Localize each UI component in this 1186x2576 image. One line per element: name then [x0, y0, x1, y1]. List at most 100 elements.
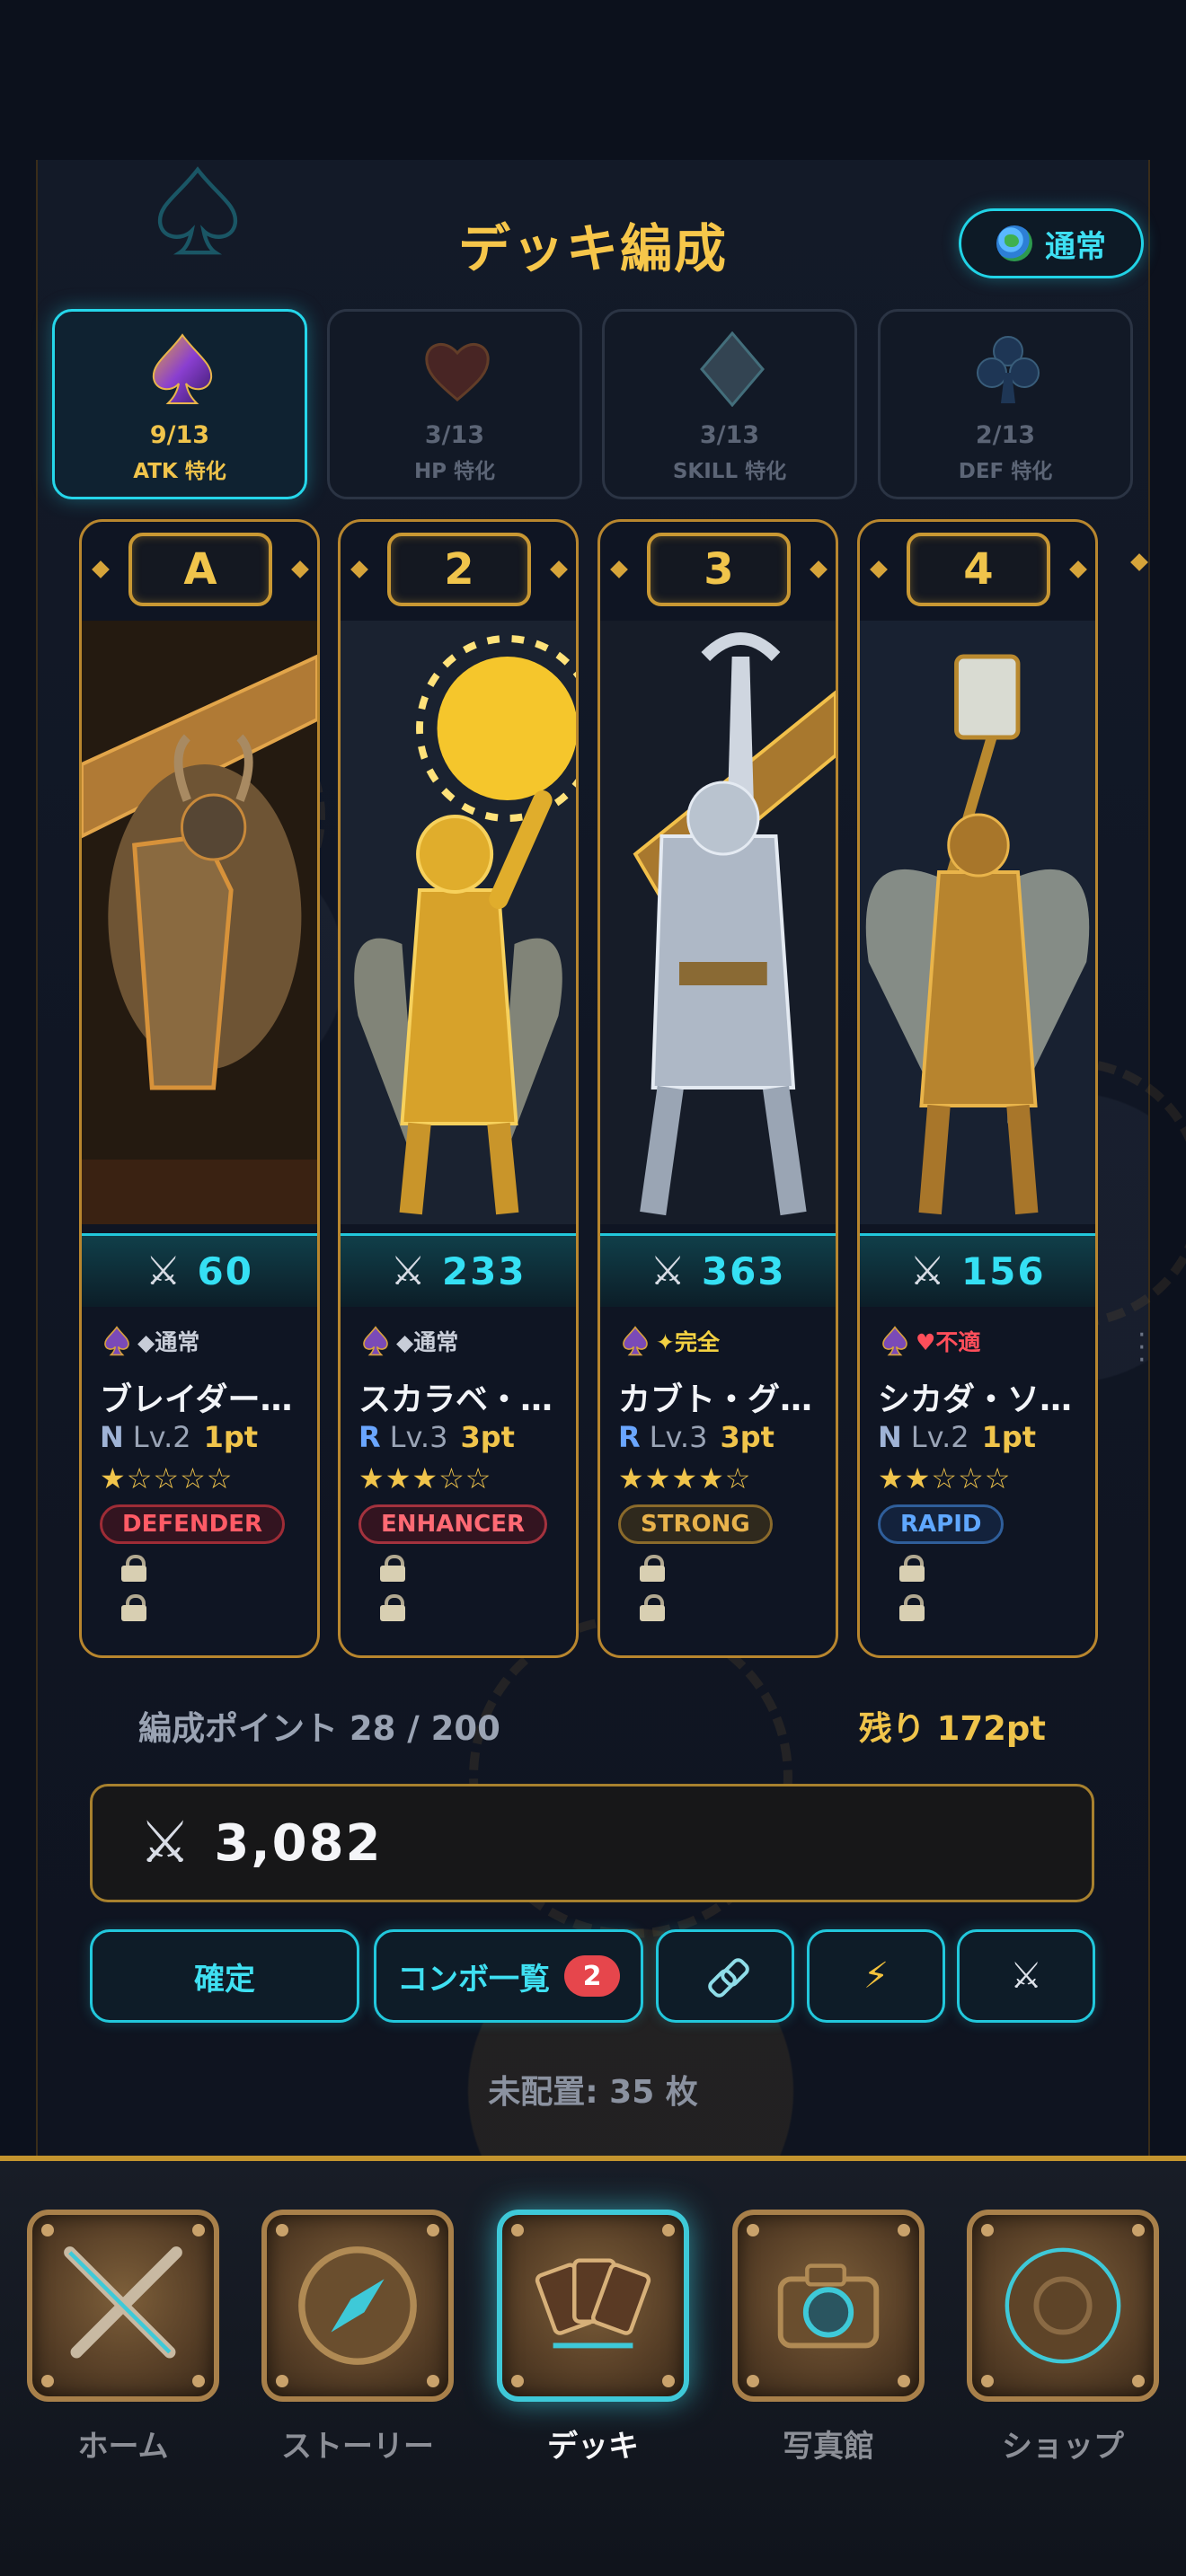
crossed-swords-icon: ⚔: [1010, 1955, 1042, 1997]
diamond-icon: [700, 331, 765, 407]
crossed-swords-icon: ⚔: [139, 1810, 191, 1876]
lightning-icon: ⚡: [863, 1955, 890, 1997]
auto-button[interactable]: ⚡: [807, 1929, 945, 2023]
card-art: [82, 621, 317, 1224]
tab-atk[interactable]: 9/13 ATK 特化: [52, 309, 307, 499]
link-button[interactable]: [656, 1929, 794, 2023]
shop-emblem-icon: [1005, 2247, 1121, 2364]
club-icon: [977, 336, 1040, 403]
nav-shop[interactable]: ショップ: [967, 2210, 1159, 2466]
nav-tile: [967, 2210, 1159, 2402]
card-art: [341, 621, 576, 1224]
power-value: 363: [701, 1249, 786, 1293]
spade-icon: [623, 1326, 648, 1356]
battle-button[interactable]: ⚔: [957, 1929, 1095, 2023]
card-name: シカダ・ソ…: [878, 1381, 1073, 1418]
nav-label: デッキ: [547, 2429, 639, 2465]
card-art: [860, 621, 1095, 1224]
tab-count: 9/13: [149, 421, 210, 449]
level: Lv.2: [132, 1420, 191, 1454]
tab-label: ATK 特化: [133, 460, 226, 483]
tab-count: 3/13: [699, 421, 760, 449]
lock-icon: [380, 1594, 405, 1621]
role-badge: RAPID: [878, 1504, 1005, 1544]
deck-card[interactable]: A ⚔ 60 ◆通常 ブレイダー… N Lv.2 1pt ★☆☆☆☆ DEFENDE…: [79, 519, 320, 1658]
page-title: デッキ編成: [457, 218, 728, 279]
card-power: ⚔ 60: [82, 1233, 317, 1307]
nav-label: 写真館: [783, 2429, 874, 2465]
slot-badge: A: [128, 533, 272, 606]
card-name: スカラベ・…: [358, 1381, 553, 1418]
star-rating: ★★★★☆: [618, 1461, 752, 1495]
card-points: 3pt: [720, 1420, 774, 1454]
level: Lv.3: [649, 1420, 708, 1454]
tab-label: HP 特化: [413, 460, 496, 483]
lock-icon: [380, 1555, 405, 1582]
level: Lv.2: [910, 1420, 969, 1454]
total-power-panel: ⚔ 3,082: [90, 1784, 1094, 1902]
confirm-button[interactable]: 確定: [90, 1929, 359, 2023]
card-meta: R Lv.3 3pt: [618, 1420, 774, 1454]
nav-label: ショップ: [1002, 2429, 1124, 2465]
star-rating: ★☆☆☆☆: [100, 1461, 234, 1495]
role-badge: DEFENDER: [100, 1504, 285, 1544]
card-meta: R Lv.3 3pt: [358, 1420, 515, 1454]
card-power: ⚔ 363: [600, 1233, 836, 1307]
nav-label: ホーム: [77, 2429, 169, 2465]
total-power-value: 3,082: [214, 1813, 383, 1873]
slot-diamond: [550, 560, 568, 578]
lock-icon: [121, 1594, 146, 1621]
combo-count-badge: 2: [564, 1955, 620, 1997]
card-name: ブレイダー…: [100, 1381, 293, 1418]
deck-card[interactable]: 2 ⚔ 233 ◆通常 スカラベ・… R Lv.3 3pt ★★★☆☆ ENHANC…: [338, 519, 579, 1658]
card-power: ⚔ 156: [860, 1233, 1095, 1307]
slot-badge: 2: [387, 533, 531, 606]
slot-diamond: [1069, 560, 1087, 578]
spade-icon: [152, 333, 213, 404]
power-value: 60: [197, 1249, 253, 1293]
nav-story[interactable]: ストーリー: [261, 2210, 454, 2466]
card-power: ⚔ 233: [341, 1233, 576, 1307]
mode-label: 通常: [1045, 228, 1106, 265]
crossed-swords-icon: [64, 2246, 182, 2359]
nav-home[interactable]: ホーム: [27, 2210, 219, 2466]
rarity: R: [358, 1420, 381, 1454]
slot-diamond: [610, 560, 628, 578]
spade-decoration-icon: [157, 166, 238, 255]
lock-icon: [640, 1555, 665, 1582]
attribute-label: ◆通常: [137, 1329, 200, 1355]
card-meta: N Lv.2 1pt: [100, 1420, 258, 1454]
crossed-swords-icon: ⚔: [650, 1248, 686, 1294]
attribute-row: ♥不適: [880, 1325, 980, 1357]
attribute-row: ◆通常: [360, 1325, 458, 1357]
spade-icon: [104, 1326, 129, 1356]
combo-list-button[interactable]: コンボ一覧 2: [374, 1929, 643, 2023]
mode-toggle-button[interactable]: 通常: [959, 208, 1144, 278]
crossed-swords-icon: ⚔: [146, 1248, 181, 1294]
nav-deck[interactable]: デッキ: [497, 2210, 689, 2466]
deck-card[interactable]: 3 ⚔ 363 ✦完全 カブト・グ… R Lv.3 3pt ★★★★☆ STRONG: [597, 519, 838, 1658]
rarity: R: [618, 1420, 641, 1454]
heart-icon: [425, 343, 490, 401]
nav-photo-studio[interactable]: 写真館: [732, 2210, 925, 2466]
rarity: N: [100, 1420, 124, 1454]
spade-icon: [882, 1326, 907, 1356]
deck-card[interactable]: 4 ⚔ 156 ♥不適 シカダ・ソ… N Lv.2 1pt ★★☆☆☆ RAPID: [857, 519, 1098, 1658]
tab-count: 3/13: [424, 421, 485, 449]
nav-tile: [261, 2210, 454, 2402]
spade-icon: [363, 1326, 388, 1356]
more-handle[interactable]: · · ·: [1137, 1322, 1146, 1374]
cards-icon: [535, 2258, 651, 2349]
card-points: 1pt: [981, 1420, 1037, 1454]
crossed-swords-icon: ⚔: [909, 1248, 945, 1294]
tab-hp[interactable]: 3/13 HP 特化: [327, 309, 582, 499]
attribute-label: ✦完全: [656, 1329, 720, 1355]
power-value: 156: [960, 1249, 1046, 1293]
slot-badge: 4: [907, 533, 1050, 606]
unplaced-count: 未配置: 35 枚: [488, 2074, 698, 2111]
tab-def[interactable]: 2/13 DEF 特化: [878, 309, 1133, 499]
tab-skill[interactable]: 3/13 SKILL 特化: [602, 309, 857, 499]
lock-icon: [640, 1594, 665, 1621]
card-name: カブト・グ…: [618, 1381, 813, 1418]
crossed-swords-icon: ⚔: [390, 1248, 426, 1294]
